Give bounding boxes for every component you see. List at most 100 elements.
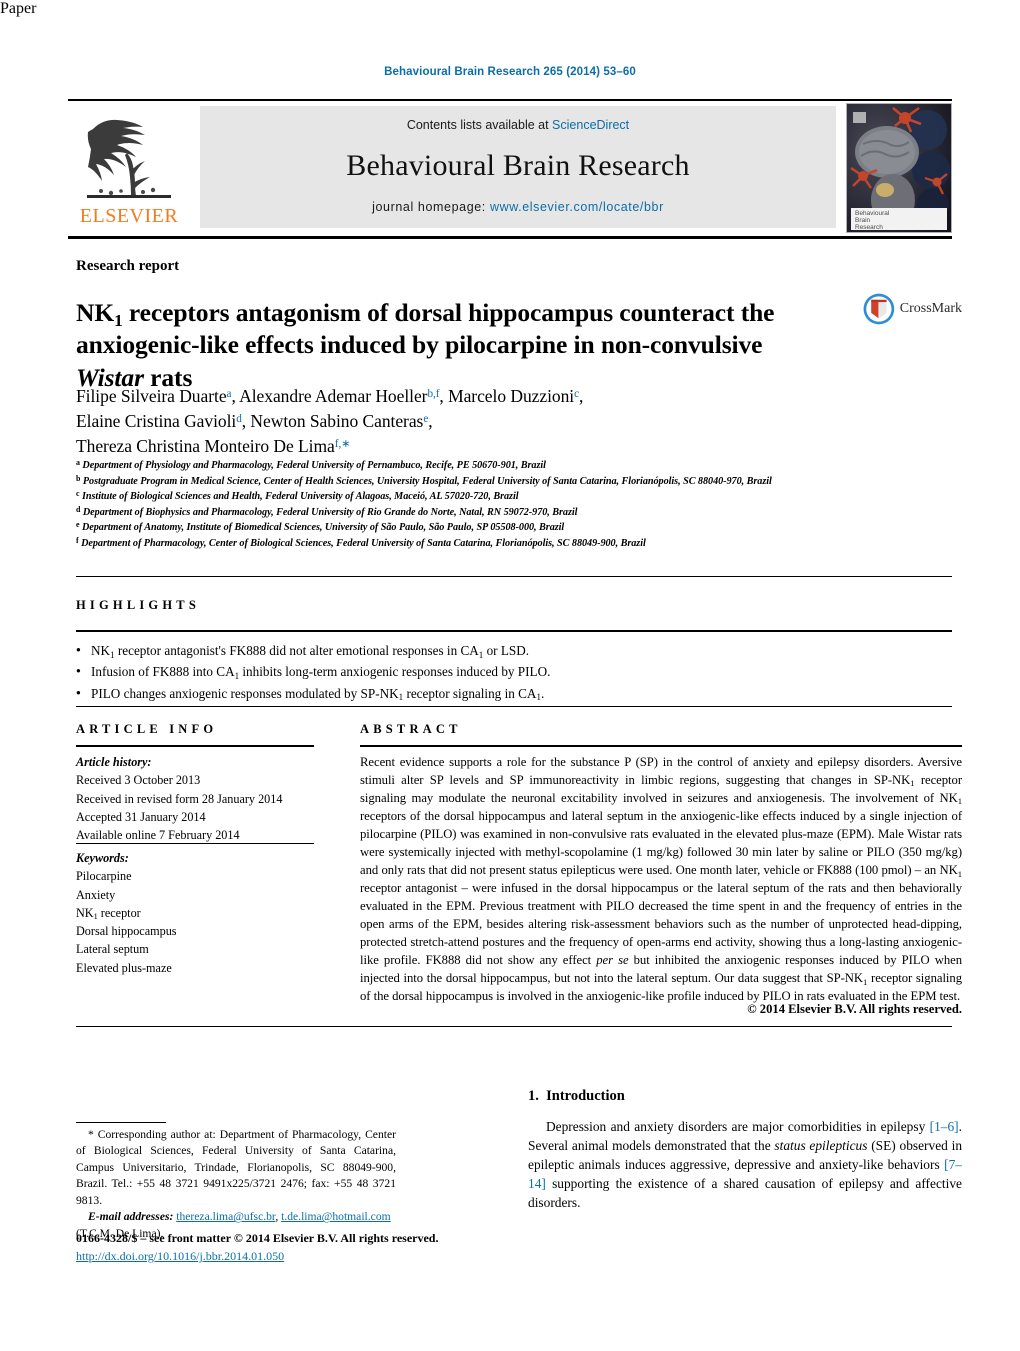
keywords-block: Keywords: Pilocarpine Anxiety NK1 recept… — [76, 849, 314, 977]
highlights-heading: HIGHLIGHTS — [76, 598, 200, 612]
affiliation-list: a Department of Physiology and Pharmacol… — [76, 458, 876, 551]
crossmark-label: CrossMark — [899, 301, 962, 316]
article-info-heading: ARTICLE INFO — [76, 722, 218, 736]
highlights-under-rule — [76, 630, 952, 632]
email-link-2[interactable]: t.de.lima@hotmail.com — [281, 1210, 391, 1223]
running-head: Behavioural Brain Research 265 (2014) 53… — [384, 66, 636, 78]
affiliation-e-text: Department of Anatomy, Institute of Biom… — [81, 522, 565, 533]
author-2-name: Alexandre Ademar Hoeller — [239, 386, 428, 406]
author-4-affiliation-marks[interactable]: d — [236, 413, 242, 425]
svg-text:Behavioural: Behavioural — [855, 210, 890, 217]
corresponding-text: Corresponding author at: Department of P… — [76, 1128, 396, 1207]
keywords-top-rule — [76, 843, 314, 844]
title-nk: NK — [76, 298, 115, 328]
highlight-text-2: Infusion of FK888 into CA1 inhibits long… — [91, 664, 551, 681]
contents-prefix: Contents lists available at — [406, 118, 553, 132]
author-list: Filipe Silveira Duartea, Alexandre Adema… — [76, 384, 866, 459]
article-history-received: Received 3 October 2013 — [76, 773, 201, 788]
author-1: Filipe Silveira Duartea, — [76, 386, 240, 406]
abstract-text: Recent evidence supports a role for the … — [360, 755, 962, 1004]
author-4-name: Elaine Cristina Gavioli — [76, 410, 237, 431]
affiliation-a-text: Department of Physiology and Pharmacolog… — [82, 460, 546, 471]
author-4: Elaine Cristina Gaviolid, — [76, 410, 251, 431]
crossmark-badge[interactable]: CrossMark — [862, 283, 962, 335]
intro-italic-status-epilepticus: status epilepticus — [774, 1138, 868, 1154]
corresponding-marker: * — [88, 1128, 94, 1141]
affiliation-e-mark: e — [76, 520, 80, 530]
author-6: Thereza Christina Monteiro De Limaf,∗ — [76, 436, 351, 456]
corresponding-author-note: * Corresponding author at: Department of… — [76, 1127, 396, 1242]
front-matter-text: 0166-4328/$ – see front matter © 2014 El… — [76, 1231, 439, 1245]
contents-available-line: Contents lists available at ScienceDirec… — [407, 118, 629, 132]
author-1-affiliation-marks[interactable]: a — [227, 388, 232, 400]
email-link-1[interactable]: thereza.lima@ufsc.br — [176, 1210, 275, 1223]
affiliation-f-mark: f — [76, 535, 79, 545]
intro-text-d: supporting the existence of a shared cau… — [528, 1176, 962, 1211]
author-5: Newton Sabino Canterase, — [250, 410, 433, 431]
homepage-label: journal homepage: — [372, 200, 490, 214]
corresponding-note-body: * Corresponding author at: Department of… — [76, 1127, 396, 1209]
highlight-text-1: NK1 receptor antagonist's FK888 did not … — [91, 643, 530, 660]
highlight-item-3: PILO changes anxiogenic responses modula… — [76, 683, 696, 704]
article-history-label: Article history: — [76, 755, 152, 769]
author-2: Alexandre Ademar Hoellerb,f, — [239, 386, 449, 406]
keyword-item: Pilocarpine — [76, 869, 132, 884]
affiliation-d-text: Department of Biophysics and Pharmacolog… — [82, 506, 578, 518]
sciencedirect-link[interactable]: ScienceDirect — [552, 118, 629, 132]
affiliation-c-text: Institute of Biological Sciences and Hea… — [81, 491, 519, 502]
title-main: receptors antagonism of dorsal hippocamp… — [76, 298, 775, 360]
svg-text:Brain: Brain — [855, 217, 871, 224]
author-5-affiliation-marks[interactable]: e — [423, 413, 428, 425]
keyword-item: Anxiety — [76, 887, 116, 902]
journal-homepage-line: journal homepage: www.elsevier.com/locat… — [372, 200, 664, 214]
author-5-name: Newton Sabino Canteras — [250, 410, 424, 431]
affiliation-c-mark: c — [76, 489, 80, 499]
front-matter-block: 0166-4328/$ – see front matter © 2014 El… — [76, 1229, 476, 1265]
footnote-rule — [76, 1122, 166, 1123]
affiliation-b-mark: b — [76, 473, 81, 483]
affiliation-b-text: Postgraduate Program in Medical Science,… — [82, 475, 772, 487]
corresponding-author-marker[interactable]: ∗ — [341, 438, 350, 450]
abstract-heading: ABSTRACT — [360, 722, 462, 736]
email-label: E-mail addresses: — [88, 1210, 174, 1224]
introduction-paragraph: Depression and anxiety disorders are maj… — [528, 1117, 962, 1212]
author-3-affiliation-marks[interactable]: c — [574, 388, 579, 400]
elsevier-tree-icon — [87, 119, 171, 198]
affiliation-d: d Department of Biophysics and Pharmacol… — [76, 505, 876, 521]
abstract-bottom-rule — [76, 1026, 952, 1027]
crossmark-icon — [863, 293, 895, 325]
keyword-item: Dorsal hippocampus — [76, 924, 177, 939]
highlight-item-2: Infusion of FK888 into CA1 inhibits long… — [76, 661, 696, 682]
elsevier-logo: ELSEVIER — [68, 106, 190, 228]
citation-ref-1[interactable]: [1–6] — [930, 1119, 959, 1134]
affiliation-b: b Postgraduate Program in Medical Scienc… — [76, 474, 876, 490]
author-6-name: Thereza Christina Monteiro De Lima — [76, 435, 335, 456]
intro-text-a: Depression and anxiety disorders are maj… — [546, 1119, 930, 1134]
homepage-url[interactable]: www.elsevier.com/locate/bbr — [490, 200, 664, 214]
journal-cover-artwork-icon: Behavioural Brain Research — [847, 104, 951, 232]
author-2-affiliation-marks[interactable]: b,f — [427, 388, 439, 400]
highlight-text-3: PILO changes anxiogenic responses modula… — [91, 685, 545, 703]
keyword-item: NK1 receptor — [76, 905, 141, 922]
email-line: E-mail addresses: thereza.lima@ufsc.br, … — [88, 1210, 391, 1224]
affiliation-f-text: Department of Pharmacology, Center of Bi… — [81, 537, 646, 549]
affiliation-a-mark: a — [76, 458, 80, 468]
page-title: NK1 receptors antagonism of dorsal hippo… — [76, 297, 836, 394]
article-history-block: Article history: Received 3 October 2013… — [76, 753, 314, 844]
abstract-copyright: © 2014 Elsevier B.V. All rights reserved… — [747, 1002, 962, 1016]
article-info-rule — [76, 745, 314, 747]
svg-text:Research: Research — [855, 224, 883, 231]
affiliation-a: a Department of Physiology and Pharmacol… — [76, 458, 876, 474]
article-page: Behavioural Brain Research 265 (2014) 53… — [0, 0, 1020, 1351]
elsevier-wordmark: ELSEVIER — [79, 205, 179, 227]
journal-masthead: ELSEVIER Contents lists available at Sci… — [68, 99, 952, 233]
masthead-bottom-rule — [68, 236, 952, 239]
affiliation-f: f Department of Pharmacology, Center of … — [76, 536, 876, 552]
journal-cover-thumbnail: Behavioural Brain Research — [846, 103, 952, 233]
keyword-item: Elevated plus-maze — [76, 960, 172, 975]
affiliation-c: c Institute of Biological Sciences and H… — [76, 489, 876, 505]
highlights-top-rule — [76, 576, 952, 577]
doi-link[interactable]: http://dx.doi.org/10.1016/j.bbr.2014.01.… — [76, 1247, 476, 1265]
affiliation-e: e Department of Anatomy, Institute of Bi… — [76, 520, 876, 536]
abstract-top-rule — [76, 706, 952, 707]
